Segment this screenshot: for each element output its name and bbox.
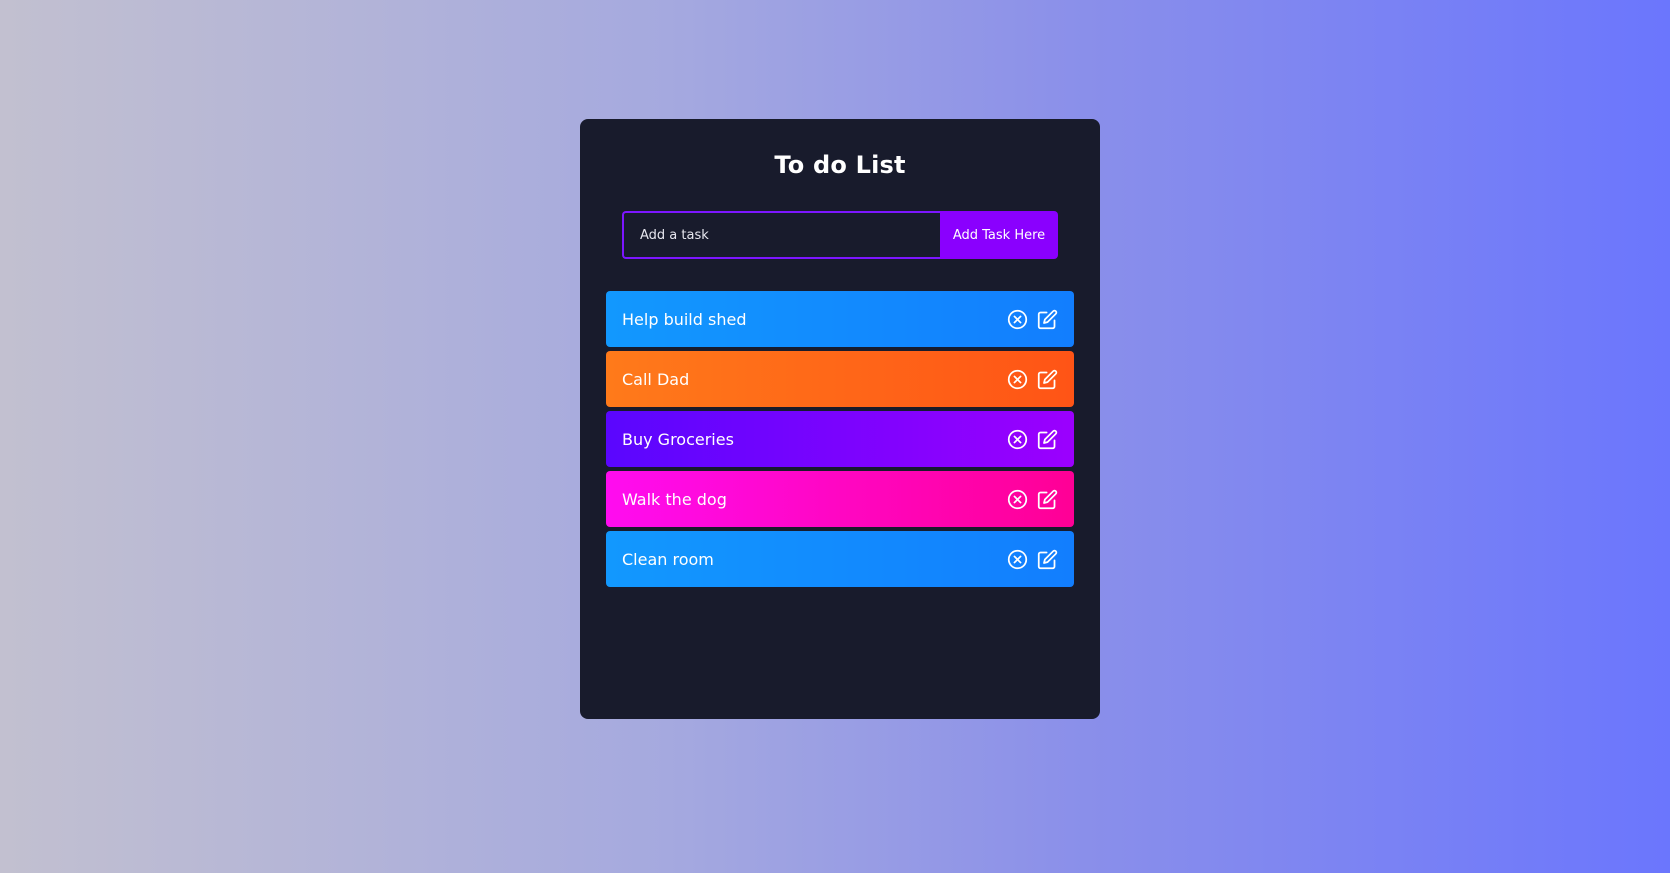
- todo-item-label: Buy Groceries: [622, 429, 734, 449]
- close-circle-icon[interactable]: [1007, 549, 1028, 570]
- todo-item[interactable]: Clean room: [606, 531, 1074, 587]
- close-circle-icon[interactable]: [1007, 369, 1028, 390]
- todo-item[interactable]: Call Dad: [606, 351, 1074, 407]
- page-title: To do List: [774, 151, 906, 179]
- todo-item-actions: [1007, 429, 1058, 450]
- todo-item-label: Help build shed: [622, 309, 747, 329]
- edit-icon[interactable]: [1037, 369, 1058, 390]
- todo-item-label: Clean room: [622, 549, 714, 569]
- add-task-form: Add Task Here: [622, 211, 1058, 259]
- todo-item-label: Call Dad: [622, 369, 690, 389]
- edit-icon[interactable]: [1037, 309, 1058, 330]
- edit-icon[interactable]: [1037, 549, 1058, 570]
- todo-item-actions: [1007, 369, 1058, 390]
- close-circle-icon[interactable]: [1007, 309, 1028, 330]
- close-circle-icon[interactable]: [1007, 489, 1028, 510]
- todo-item[interactable]: Walk the dog: [606, 471, 1074, 527]
- edit-icon[interactable]: [1037, 489, 1058, 510]
- todo-item[interactable]: Buy Groceries: [606, 411, 1074, 467]
- todo-item-actions: [1007, 309, 1058, 330]
- todo-item-actions: [1007, 489, 1058, 510]
- todo-item-actions: [1007, 549, 1058, 570]
- add-task-button[interactable]: Add Task Here: [940, 211, 1058, 259]
- todo-item-label: Walk the dog: [622, 489, 727, 509]
- todo-list: Help build shed Call Dad Buy Groceries W…: [606, 291, 1074, 591]
- task-input[interactable]: [622, 211, 940, 259]
- close-circle-icon[interactable]: [1007, 429, 1028, 450]
- todo-item[interactable]: Help build shed: [606, 291, 1074, 347]
- edit-icon[interactable]: [1037, 429, 1058, 450]
- todo-app-panel: To do List Add Task Here Help build shed…: [580, 119, 1100, 719]
